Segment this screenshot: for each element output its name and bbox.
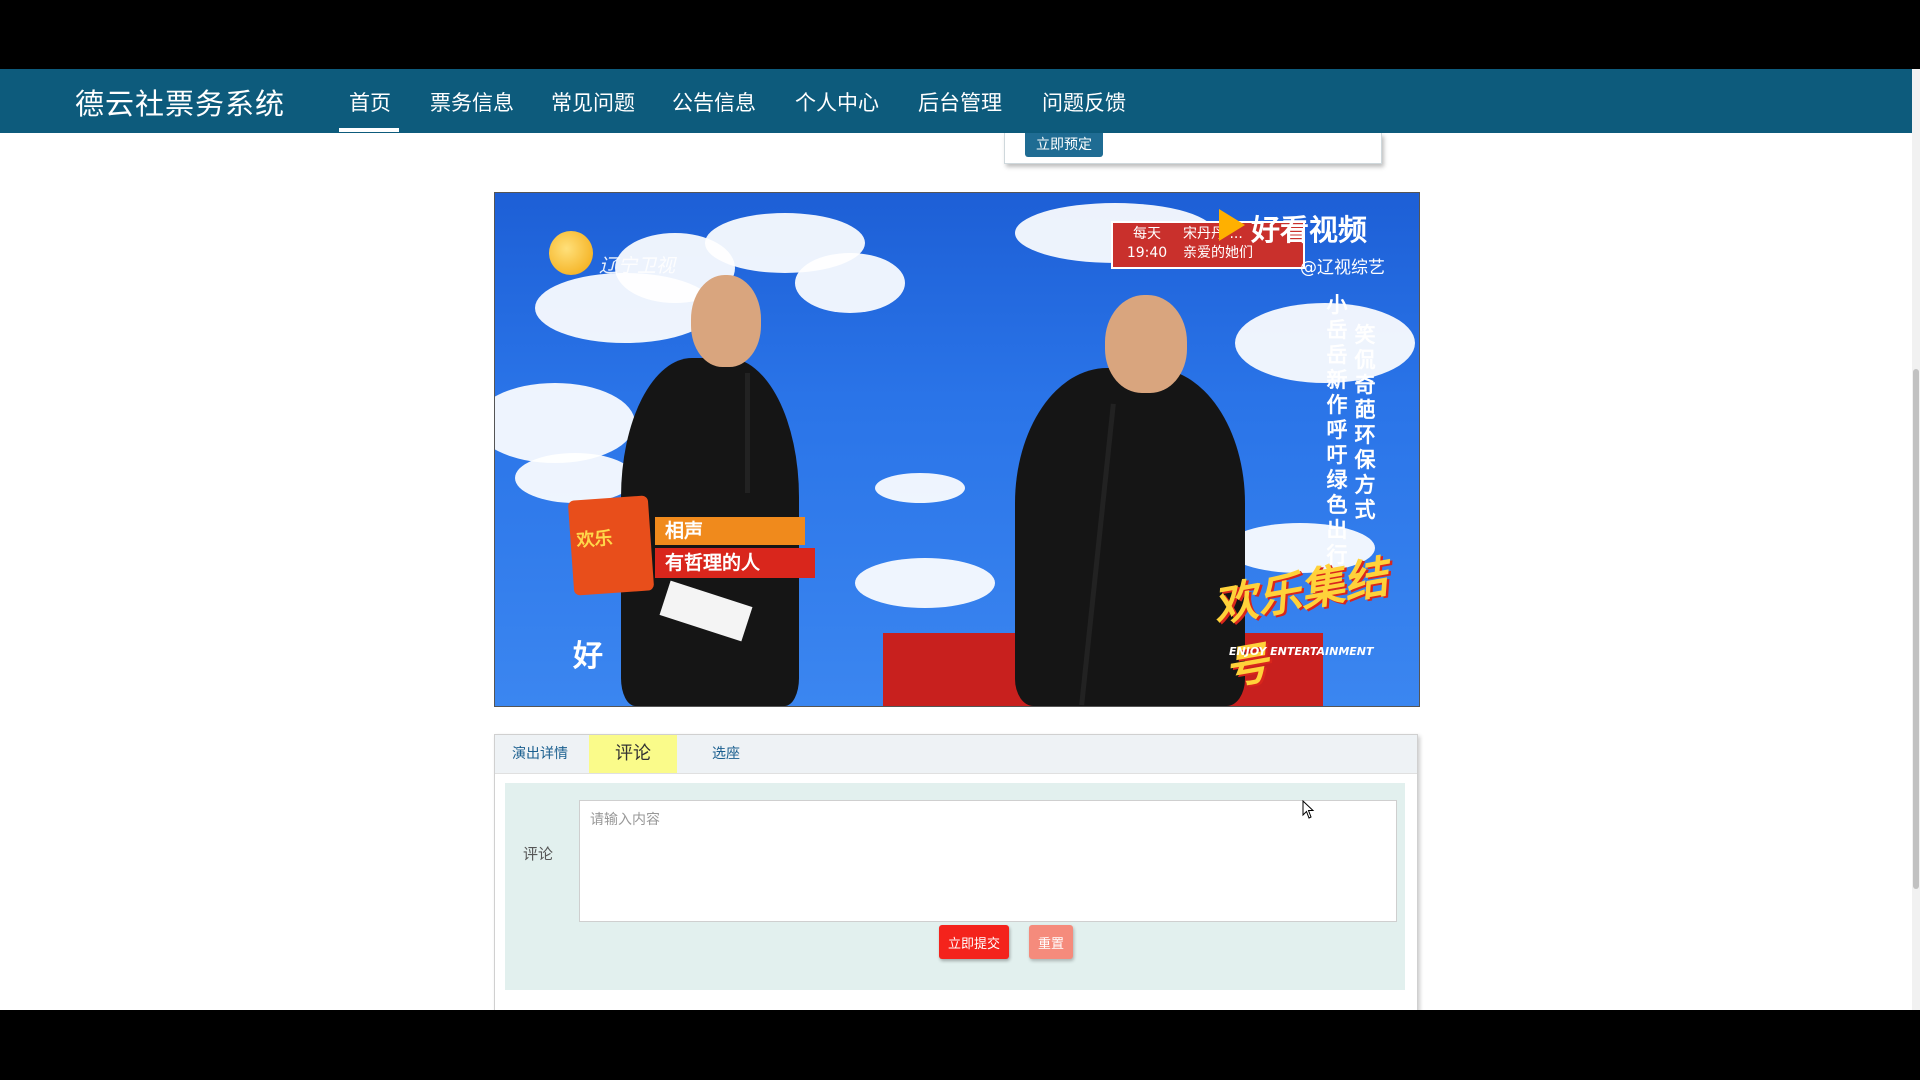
site-brand[interactable]: 德云社票务系统 (75, 81, 285, 123)
vertical-caption-2: 笑侃奇葩环保方式 (1354, 323, 1376, 522)
cloud (875, 473, 965, 503)
show-logo-sub: ENJOY ENTERTAINMENT (1229, 645, 1374, 658)
screen: 德云社票务系统 首页 票务信息 常见问题 公告信息 个人中心 后台管理 问题反馈… (0, 0, 1920, 1080)
channel-logo-icon (549, 231, 593, 275)
book-now-button[interactable]: 立即预定 (1025, 133, 1103, 157)
nav-announcements[interactable]: 公告信息 (672, 87, 756, 117)
tab-seat-selection[interactable]: 选座 (681, 735, 771, 773)
play-brand-icon (1219, 209, 1245, 241)
nav-home[interactable]: 首页 (349, 87, 391, 117)
nav-faq[interactable]: 常见问题 (551, 87, 635, 117)
video-player[interactable]: 辽宁卫视 每天 19:40 宋丹丹 ... 亲爱的她们 好看视频 @辽视综艺 小… (494, 192, 1420, 707)
cloud (515, 453, 635, 503)
cloud (795, 253, 905, 313)
mic-stand-left (745, 373, 750, 493)
comment-label: 评论 (523, 845, 554, 863)
page-scrollbar-thumb[interactable] (1913, 369, 1919, 889)
video-subtitle: 好 (573, 639, 603, 674)
schedule-day: 每天 (1133, 226, 1161, 242)
schedule-time: 每天 19:40 (1119, 225, 1175, 263)
program-title: 有哲理的人 (655, 548, 815, 578)
nav-profile[interactable]: 个人中心 (795, 87, 879, 117)
performer-right (1015, 368, 1245, 706)
detail-tabs-panel: 演出详情 评论 选座 评论 立即提交 重置 (494, 734, 1418, 1010)
platform-watermark: 好看视频 (1251, 213, 1368, 247)
tab-comments[interactable]: 评论 (589, 735, 677, 773)
nav-feedback[interactable]: 问题反馈 (1042, 87, 1126, 117)
program-tag-block: 欢乐 (567, 495, 655, 596)
platform-handle: @辽视综艺 (1300, 258, 1385, 278)
program-genre: 相声 (655, 517, 805, 545)
cloud (495, 383, 635, 463)
schedule-hour: 19:40 (1126, 245, 1168, 261)
program-tag-logo: 欢乐 (575, 527, 614, 552)
mouse-cursor-icon (1302, 800, 1315, 819)
browser-viewport: 德云社票务系统 首页 票务信息 常见问题 公告信息 个人中心 后台管理 问题反馈… (0, 69, 1920, 1010)
performer-right-head (1105, 295, 1187, 393)
nav-admin[interactable]: 后台管理 (918, 87, 1002, 117)
tab-bar: 演出详情 评论 选座 (495, 735, 1417, 774)
page-scrollbar[interactable] (1912, 69, 1920, 1010)
comment-input[interactable] (579, 800, 1397, 922)
submit-button[interactable]: 立即提交 (939, 925, 1009, 959)
nav-active-indicator (339, 128, 399, 132)
comment-form: 评论 立即提交 重置 (505, 783, 1405, 990)
top-navbar: 德云社票务系统 首页 票务信息 常见问题 公告信息 个人中心 后台管理 问题反馈 (0, 69, 1912, 133)
nav-tickets[interactable]: 票务信息 (430, 87, 514, 117)
tab-show-details[interactable]: 演出详情 (495, 735, 585, 773)
vertical-caption-1: 小岳岳新作呼吁绿色出行 (1326, 293, 1348, 567)
dropdown-card: 立即预定 (1004, 133, 1382, 164)
cloud (855, 558, 995, 608)
performer-left-head (691, 275, 761, 367)
channel-logo-text: 辽宁卫视 (599, 255, 676, 277)
reset-button[interactable]: 重置 (1029, 925, 1073, 959)
